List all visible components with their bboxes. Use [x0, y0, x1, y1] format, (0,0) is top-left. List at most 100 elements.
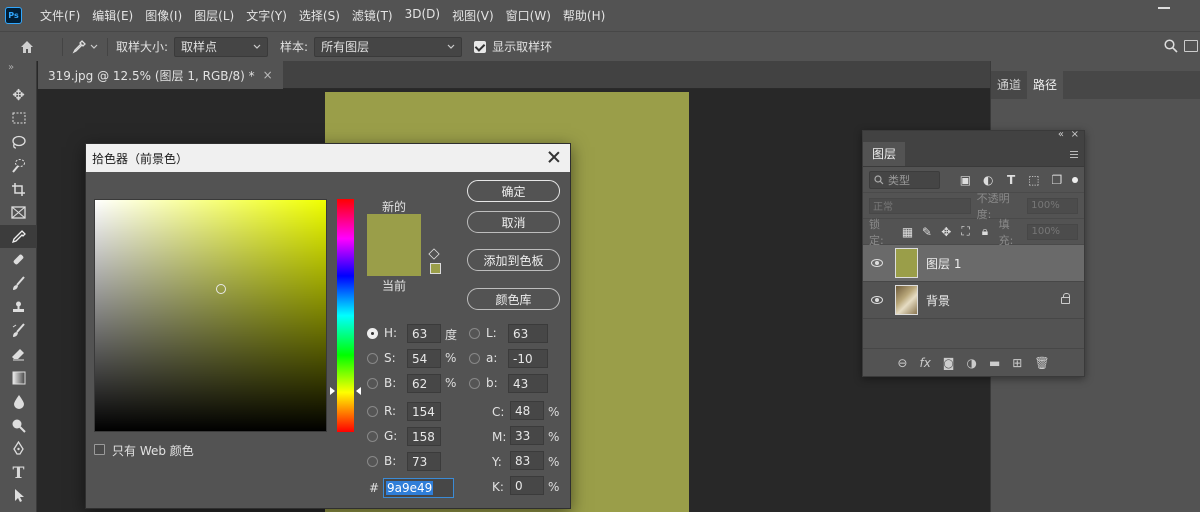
- filter-type-icon[interactable]: T: [1000, 173, 1023, 187]
- filter-smart-object-icon[interactable]: ❐: [1045, 173, 1068, 187]
- folder-icon[interactable]: ▬: [989, 356, 1000, 370]
- hue-slider-right-handle[interactable]: [356, 387, 361, 396]
- radio-b[interactable]: [367, 378, 378, 389]
- dodge-tool-icon[interactable]: [0, 413, 37, 437]
- menu-edit[interactable]: 编辑(E): [86, 7, 139, 24]
- add-to-swatches-button[interactable]: 添加到色板: [467, 249, 560, 271]
- close-icon[interactable]: [548, 151, 560, 163]
- eyedropper-tool-icon[interactable]: [0, 224, 37, 249]
- radio-l[interactable]: [469, 328, 480, 339]
- move-tool-icon[interactable]: ✥: [0, 83, 37, 107]
- minimize-icon[interactable]: [1158, 7, 1170, 9]
- workspace-icon[interactable]: [1184, 40, 1198, 52]
- lock-all-icon[interactable]: 🔒︎: [975, 224, 994, 239]
- crop-tool-icon[interactable]: [0, 177, 37, 201]
- collapse-icon[interactable]: «: [1058, 129, 1064, 140]
- brush-tool-icon[interactable]: [0, 272, 37, 296]
- h-input[interactable]: 63: [407, 324, 441, 343]
- pen-tool-icon[interactable]: [0, 437, 37, 461]
- radio-r[interactable]: [367, 406, 378, 417]
- m-input[interactable]: 33: [510, 426, 544, 445]
- a-input[interactable]: -10: [508, 349, 548, 368]
- l-input[interactable]: 63: [508, 324, 548, 343]
- tab-channels[interactable]: 通道: [991, 71, 1027, 99]
- web-safe-swatch[interactable]: [430, 263, 441, 274]
- ok-button[interactable]: 确定: [467, 180, 560, 202]
- menu-type[interactable]: 文字(Y): [240, 7, 293, 24]
- menu-layer[interactable]: 图层(L): [188, 7, 240, 24]
- lock-position-icon[interactable]: ✥: [937, 225, 956, 239]
- fill-field[interactable]: 100%: [1027, 223, 1079, 240]
- path-selection-tool-icon[interactable]: [0, 484, 37, 508]
- hue-slider-left-handle[interactable]: [330, 387, 335, 396]
- opacity-field[interactable]: 100%: [1027, 197, 1078, 214]
- trash-icon[interactable]: 🗑︎: [1034, 356, 1049, 370]
- radio-lab-b[interactable]: [469, 378, 480, 389]
- radio-h[interactable]: [367, 328, 378, 339]
- sample-select[interactable]: 所有图层: [314, 36, 463, 57]
- k-input[interactable]: 0: [510, 476, 544, 495]
- history-brush-tool-icon[interactable]: [0, 319, 37, 343]
- color-picker-titlebar[interactable]: 拾色器（前景色）: [86, 144, 570, 172]
- quick-selection-tool-icon[interactable]: [0, 154, 37, 178]
- document-tab[interactable]: 319.jpg @ 12.5% (图层 1, RGB/8) * ×: [38, 61, 283, 89]
- filter-pixel-icon[interactable]: ▣: [954, 173, 977, 187]
- show-sampling-ring-checkbox[interactable]: [474, 40, 487, 53]
- r-input[interactable]: 154: [407, 402, 441, 421]
- menu-file[interactable]: 文件(F): [34, 7, 86, 24]
- marquee-tool-icon[interactable]: [0, 107, 37, 131]
- type-tool-icon[interactable]: T: [0, 461, 37, 485]
- sample-size-select[interactable]: 取样点: [174, 36, 269, 57]
- close-icon[interactable]: ×: [1071, 129, 1079, 140]
- lasso-tool-icon[interactable]: [0, 130, 37, 154]
- menu-help[interactable]: 帮助(H): [557, 7, 611, 24]
- menu-image[interactable]: 图像(I): [139, 7, 188, 24]
- new-layer-icon[interactable]: ⊞: [1012, 356, 1022, 370]
- hue-slider[interactable]: [337, 199, 354, 432]
- healing-brush-tool-icon[interactable]: [0, 248, 37, 272]
- lock-artboard-icon[interactable]: ⛶: [956, 224, 975, 239]
- menu-view[interactable]: 视图(V): [446, 7, 500, 24]
- tab-layers[interactable]: 图层: [863, 142, 906, 166]
- link-icon[interactable]: ⊖: [897, 356, 907, 370]
- current-color-swatch[interactable]: [367, 245, 421, 276]
- eye-icon[interactable]: [871, 259, 883, 267]
- blend-mode-select[interactable]: 正常: [869, 197, 971, 214]
- cancel-button[interactable]: 取消: [467, 211, 560, 233]
- menu-filter[interactable]: 滤镜(T): [346, 7, 399, 24]
- home-icon[interactable]: [18, 38, 36, 56]
- toolbar-collapse-icon[interactable]: »: [0, 61, 36, 83]
- adjustment-icon[interactable]: ◑: [966, 356, 976, 370]
- lock-image-icon[interactable]: ✎: [917, 225, 936, 239]
- menu-3d[interactable]: 3D(D): [399, 7, 446, 24]
- lock-transparent-icon[interactable]: ▦: [898, 225, 917, 239]
- rgb-b-input[interactable]: 73: [407, 452, 441, 471]
- radio-g[interactable]: [367, 431, 378, 442]
- clone-stamp-tool-icon[interactable]: [0, 295, 37, 319]
- radio-rgb-b[interactable]: [367, 456, 378, 467]
- filter-adjustment-icon[interactable]: ◐: [977, 173, 1000, 187]
- color-libraries-button[interactable]: 颜色库: [467, 288, 560, 310]
- filter-shape-icon[interactable]: ⬚: [1023, 173, 1046, 187]
- fx-icon[interactable]: fx: [919, 356, 930, 370]
- layer-row[interactable]: 图层 1: [863, 245, 1084, 282]
- saturation-brightness-field[interactable]: [94, 199, 327, 432]
- g-input[interactable]: 158: [407, 427, 441, 446]
- web-colors-only-checkbox[interactable]: [94, 444, 105, 455]
- frame-tool-icon[interactable]: [0, 201, 37, 225]
- s-input[interactable]: 54: [407, 349, 441, 368]
- eraser-tool-icon[interactable]: [0, 343, 37, 367]
- hex-input[interactable]: 9a9e49: [383, 478, 454, 498]
- b-input[interactable]: 62: [407, 374, 441, 393]
- y-input[interactable]: 83: [510, 451, 544, 470]
- blur-tool-icon[interactable]: [0, 390, 37, 414]
- c-input[interactable]: 48: [510, 401, 544, 420]
- radio-a[interactable]: [469, 353, 480, 364]
- menu-window[interactable]: 窗口(W): [500, 7, 557, 24]
- eye-icon[interactable]: [871, 296, 883, 304]
- radio-s[interactable]: [367, 353, 378, 364]
- panel-menu-icon[interactable]: [1070, 151, 1078, 158]
- mask-icon[interactable]: ◙: [943, 356, 955, 370]
- lab-b-input[interactable]: 43: [508, 374, 548, 393]
- close-icon[interactable]: ×: [263, 68, 273, 82]
